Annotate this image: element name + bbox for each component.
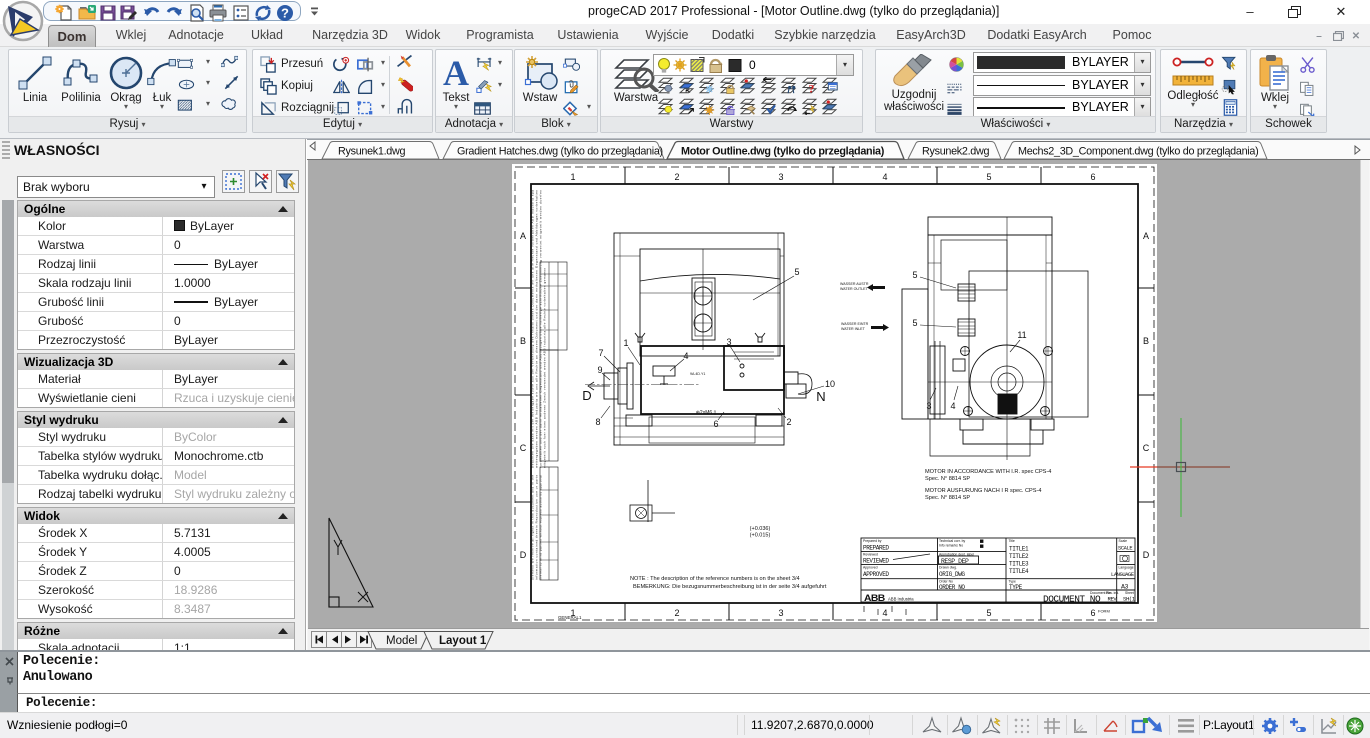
svg-text:TITLE3: TITLE3 <box>1009 561 1029 568</box>
svg-text:Approbation dept. label: Approbation dept. label <box>939 553 974 557</box>
svg-text:TITLE4: TITLE4 <box>1009 568 1029 575</box>
svg-text:N: N <box>816 389 825 404</box>
svg-text:Reviewed: Reviewed <box>863 553 878 557</box>
svg-text:D: D <box>582 388 591 403</box>
svg-text:LANGUAGE: LANGUAGE <box>1111 572 1134 578</box>
svg-text:5: 5 <box>986 608 991 618</box>
svg-text:Scale: Scale <box>1119 539 1128 543</box>
svg-text:Rysunek2.dwg: Rysunek2.dwg <box>922 146 990 158</box>
svg-text:REV: REV <box>1108 596 1118 603</box>
svg-text:A3: A3 <box>1121 584 1129 591</box>
svg-text:Rev. ind.: Rev. ind. <box>1106 591 1119 595</box>
svg-text:6: 6 <box>713 419 718 429</box>
svg-text:3: 3 <box>926 401 931 411</box>
svg-text:SH(1: SH(1 <box>1123 596 1136 603</box>
svg-text:1: 1 <box>570 172 575 182</box>
svg-text:Approved: Approved <box>863 566 878 570</box>
svg-text:mitgeteilt noch fuer einen and: mitgeteilt noch fuer einen anderen Zweck… <box>542 268 546 468</box>
svg-text:TITLE1: TITLE1 <box>1009 546 1029 553</box>
svg-text:Spec. N° 8814 SP: Spec. N° 8814 SP <box>925 476 970 482</box>
svg-text:DOCUMENT_NO: DOCUMENT_NO <box>1043 594 1101 605</box>
svg-text:REVIEWED: REVIEWED <box>863 558 889 565</box>
svg-text:?: ? <box>281 6 289 21</box>
svg-text:Info remarks No: Info remarks No <box>939 544 963 548</box>
svg-text:MOTOR IN ACCORDANCE WITH I.R.: MOTOR IN ACCORDANCE WITH I.R. spec CPS-4 <box>925 469 1051 475</box>
svg-text:APPROVED: APPROVED <box>863 571 889 578</box>
svg-text:3: 3 <box>778 172 783 182</box>
svg-text:MOTOR AUSFURUNG NACH I R spec: MOTOR AUSFURUNG NACH I R spec. CPS-4 <box>925 488 1041 494</box>
svg-text:?: ? <box>809 83 815 94</box>
svg-text:3: 3 <box>778 608 783 618</box>
svg-text:2: 2 <box>674 172 679 182</box>
svg-text:4: 4 <box>882 608 887 618</box>
svg-text:ABB: ABB <box>864 594 885 604</box>
svg-text:Mechs2_3D_Component.dwg (tylko: Mechs2_3D_Component.dwg (tylko do przegl… <box>1018 146 1258 158</box>
svg-text:Rysunek1.dwg: Rysunek1.dwg <box>338 146 406 158</box>
svg-text:ABB Industria: ABB Industria <box>888 597 914 602</box>
svg-text:Spec. N° 8814 SP: Spec. N° 8814 SP <box>925 495 970 501</box>
svg-text:Gradient Hatches.dwg (tylko do: Gradient Hatches.dwg (tylko do przegląda… <box>457 146 663 158</box>
svg-text:Technical corr. by: Technical corr. by <box>939 539 965 543</box>
svg-text:B: B <box>1143 336 1149 346</box>
svg-text:A: A <box>520 231 526 241</box>
svg-text:Title: Title <box>1009 539 1015 543</box>
svg-text:NOTE : The description of the: NOTE : The description of the reference … <box>630 576 800 582</box>
svg-text:4: 4 <box>950 401 955 411</box>
svg-text:Drawn dwg.: Drawn dwg. <box>939 566 957 570</box>
svg-text:WASSER AUSTR: WASSER AUSTR <box>840 282 869 286</box>
svg-text:RESP_DEP: RESP_DEP <box>941 558 969 565</box>
svg-text:1: 1 <box>623 338 628 348</box>
svg-text:8: 8 <box>595 417 600 427</box>
svg-text:TYPE: TYPE <box>1009 584 1023 591</box>
svg-text:5: 5 <box>986 172 991 182</box>
svg-text:D: D <box>1143 550 1150 560</box>
svg-text:A: A <box>1143 231 1149 241</box>
svg-text:9: 9 <box>597 365 602 375</box>
svg-text:ORDER_NO: ORDER_NO <box>939 584 965 591</box>
svg-text:Language: Language <box>1119 566 1134 570</box>
svg-text:2: 2 <box>674 608 679 618</box>
svg-text:WASSER EINTR: WASSER EINTR <box>841 322 869 326</box>
svg-text:⊕2xM6 ▯: ⊕2xM6 ▯ <box>696 410 717 416</box>
svg-text:Layout 1: Layout 1 <box>439 635 487 647</box>
svg-text:Order No: Order No <box>939 580 953 584</box>
svg-text:10: 10 <box>825 379 835 389</box>
svg-text:B: B <box>520 336 526 346</box>
svg-text:(+0.036): (+0.036) <box>750 526 771 532</box>
svg-text:PREPARED: PREPARED <box>863 545 889 552</box>
svg-text:3: 3 <box>726 337 731 347</box>
svg-text:Motor Outline.dwg (tylko do pr: Motor Outline.dwg (tylko do przeglądania… <box>681 146 885 158</box>
svg-text:7: 7 <box>598 348 603 358</box>
svg-text:6: 6 <box>1090 608 1095 618</box>
svg-text:Type: Type <box>1009 580 1016 584</box>
svg-text:5: 5 <box>794 267 799 277</box>
svg-text:Prepared by: Prepared by <box>863 539 882 543</box>
svg-text:D: D <box>520 550 527 560</box>
svg-text:Model: Model <box>386 635 417 647</box>
svg-text:2: 2 <box>786 417 791 427</box>
svg-text:TITLE2: TITLE2 <box>1009 553 1029 560</box>
svg-text:thereof to third parties witho: thereof to third parties without express… <box>539 475 543 580</box>
svg-text:5: 5 <box>912 270 917 280</box>
svg-text:GENERAL1: GENERAL1 <box>558 615 582 620</box>
svg-text:A: A <box>443 54 469 92</box>
svg-text:ORIG_DWG: ORIG_DWG <box>939 571 965 578</box>
svg-text:9A.4D.Y1: 9A.4D.Y1 <box>690 372 705 376</box>
svg-text:WATER INLET: WATER INLET <box>841 327 866 331</box>
svg-text:SCALE: SCALE <box>1118 546 1132 552</box>
svg-text:4: 4 <box>683 351 688 361</box>
svg-text:(+0.015): (+0.015) <box>750 533 771 539</box>
svg-text:C: C <box>1143 443 1150 453</box>
svg-text:11: 11 <box>1017 330 1026 340</box>
svg-text:BEMERKUNG: Die bezugsnummerbes: BEMERKUNG: Die bezugsnummerbeschreibung … <box>633 584 827 590</box>
svg-text:C: C <box>520 443 527 453</box>
svg-text:5: 5 <box>912 318 917 328</box>
svg-text:Sheet: Sheet <box>1125 591 1134 595</box>
svg-text:FORM: FORM <box>1098 609 1110 614</box>
svg-text:4: 4 <box>882 172 887 182</box>
svg-text:WATER OUTLET: WATER OUTLET <box>840 287 869 291</box>
svg-text:6: 6 <box>1090 172 1095 182</box>
